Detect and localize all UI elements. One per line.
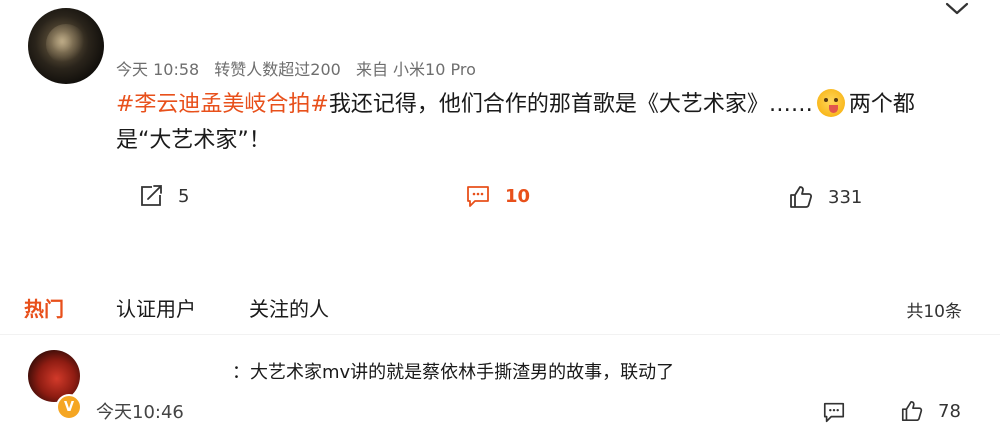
reply-like-button[interactable]: 78 [900, 399, 961, 423]
reply-comment-button[interactable] [822, 400, 860, 424]
post-text-part1: 我还记得，他们合作的那首歌是《大艺术家》…… [328, 92, 813, 117]
repost-button[interactable]: 5 [138, 183, 189, 209]
verified-badge-icon: V [56, 394, 82, 420]
more-options-button[interactable] [944, 0, 970, 20]
post-hashtag[interactable]: #李云迪孟美岐合拍# [116, 92, 329, 117]
tab-verified-users[interactable]: 认证用户 [116, 293, 196, 322]
comment-icon [823, 402, 845, 423]
chevron-down-icon [945, 2, 969, 15]
tab-hot[interactable]: 热门 [24, 293, 64, 322]
like-count: 331 [828, 186, 863, 208]
divider [0, 334, 1000, 335]
comment-count: 10 [505, 185, 531, 207]
like-button[interactable]: 331 [788, 184, 862, 210]
comment-total-count: 共10条 [906, 302, 962, 322]
tab-following[interactable]: 关注的人 [249, 293, 329, 322]
post-repost-info: 转赞人数超过200 [214, 60, 341, 79]
reply-like-count: 78 [938, 400, 961, 422]
comment-icon [467, 186, 489, 207]
thumbs-up-icon [901, 400, 923, 422]
reply-time: 今天10:46 [96, 402, 184, 423]
reply-text: ：大艺术家mv讲的就是蔡依林手撕渣男的故事，联动了 [232, 362, 675, 383]
post-meta: 今天 10:58 转赞人数超过200 来自 小米10 Pro [116, 56, 486, 80]
post-author-avatar[interactable] [28, 8, 104, 84]
post-source: 来自 小米10 Pro [355, 60, 476, 79]
thumbs-up-icon [790, 186, 813, 208]
repost-count: 5 [178, 185, 190, 207]
post-content: #李云迪孟美岐合拍#我还记得，他们合作的那首歌是《大艺术家》…… 两个都是“大艺术… [116, 87, 966, 159]
share-icon [141, 185, 162, 206]
post-time: 今天 10:58 [116, 60, 200, 79]
comment-button[interactable]: 10 [465, 183, 530, 209]
blushing-emoji-icon [816, 89, 845, 117]
